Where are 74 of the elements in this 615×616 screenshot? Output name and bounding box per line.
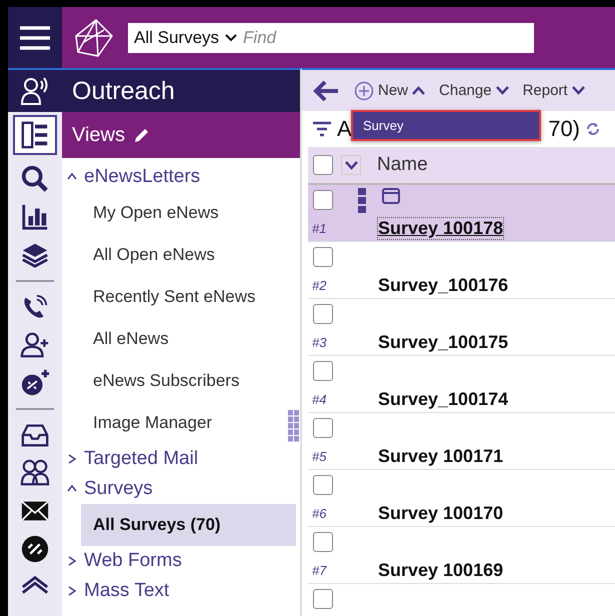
nav-group[interactable]: eNewsLetters	[62, 162, 300, 192]
row-number: #3	[311, 335, 328, 350]
survey-name[interactable]: Survey 100170	[378, 503, 504, 524]
nav-item[interactable]: Image Manager	[62, 402, 300, 444]
row-checkbox[interactable]	[313, 475, 333, 495]
row-checkbox[interactable]	[313, 532, 333, 552]
nav-group[interactable]: Surveys	[62, 474, 300, 504]
survey-name[interactable]: Survey 100178	[378, 218, 504, 239]
select-all-checkbox[interactable]	[313, 155, 333, 175]
chevron-right-icon	[66, 555, 78, 567]
back-arrow-icon[interactable]	[312, 78, 340, 102]
kebab-icon[interactable]	[358, 188, 366, 214]
survey-name[interactable]: Survey_100175	[378, 332, 508, 353]
row-number: #1	[311, 221, 328, 236]
menu-icon[interactable]	[20, 24, 50, 50]
resize-grip-icon[interactable]	[288, 410, 300, 442]
table-row[interactable]: #4 Survey_100174	[308, 356, 615, 413]
nav-item[interactable]: My Open eNews	[62, 192, 300, 234]
caret-icon	[496, 86, 509, 95]
table-row[interactable]: #1 Survey 100178	[308, 185, 615, 242]
logo-icon	[74, 18, 114, 58]
table-row[interactable]: #6 Survey 100170	[308, 470, 615, 527]
nav-item[interactable]: All eNews	[62, 318, 300, 360]
survey-name[interactable]: Survey 100171	[378, 446, 504, 467]
person-speaking-icon	[20, 76, 50, 106]
module-title: Outreach	[72, 76, 175, 106]
nav-item[interactable]: Recently Sent eNews	[62, 276, 300, 318]
search-field[interactable]: All Surveys Find	[128, 22, 534, 52]
nav-group[interactable]: Targeted Mail	[62, 444, 300, 474]
toolbar-button[interactable]: Report	[522, 82, 585, 99]
table-row[interactable]: #3 Survey_100175	[308, 299, 615, 356]
refresh-icon[interactable]	[585, 122, 601, 136]
survey-name[interactable]: Survey 100169	[378, 560, 504, 581]
menu-item[interactable]: Survey	[353, 112, 539, 139]
row-number: #7	[311, 563, 328, 578]
pencil-icon[interactable]	[133, 126, 151, 144]
nav-item[interactable]: eNews Subscribers	[62, 360, 300, 402]
survey-name[interactable]: Survey_100174	[378, 389, 508, 410]
row-number: #5	[311, 449, 328, 464]
row-checkbox[interactable]	[313, 589, 333, 609]
nav-item[interactable]: All Open eNews	[62, 234, 300, 276]
chevron-down-icon[interactable]	[225, 34, 238, 42]
row-checkbox[interactable]	[313, 361, 333, 381]
table-row[interactable]: #2 Survey_100176	[308, 242, 615, 299]
chevron-right-icon	[66, 585, 78, 597]
row-checkbox[interactable]	[313, 247, 333, 267]
scope-dropdown[interactable]: All Surveys	[134, 28, 220, 48]
views-icon[interactable]	[15, 117, 55, 153]
row-number: #6	[311, 506, 328, 521]
nav-group[interactable]: Web Forms	[62, 546, 300, 576]
toolbar-button[interactable]: Change	[439, 82, 509, 99]
list-title: 70)	[548, 116, 580, 142]
window-icon[interactable]	[382, 188, 400, 204]
plus-icon	[354, 80, 374, 100]
row-checkbox[interactable]	[313, 418, 333, 438]
chevron-right-icon	[66, 453, 78, 465]
table-row[interactable]: #7 Survey 100169	[308, 527, 615, 584]
table-row[interactable]: #5 Survey 100171	[308, 413, 615, 470]
nav-group[interactable]: Mass Text	[62, 576, 300, 606]
nav-item[interactable]: All Surveys (70)	[81, 504, 296, 546]
row-number: #2	[311, 278, 328, 293]
sort-button[interactable]	[341, 155, 361, 175]
caret-icon	[572, 86, 585, 95]
row-checkbox[interactable]	[313, 190, 333, 210]
filter-icon[interactable]	[312, 121, 332, 137]
toolbar-button[interactable]: New	[354, 80, 426, 100]
survey-name[interactable]: Survey_100176	[378, 275, 508, 296]
column-header[interactable]: Name	[377, 154, 428, 176]
row-checkbox[interactable]	[313, 304, 333, 324]
caret-icon	[412, 86, 426, 95]
list-title: A	[337, 116, 352, 142]
views-title: Views	[72, 124, 125, 146]
caret-icon	[344, 160, 358, 170]
row-number: #4	[311, 392, 328, 407]
